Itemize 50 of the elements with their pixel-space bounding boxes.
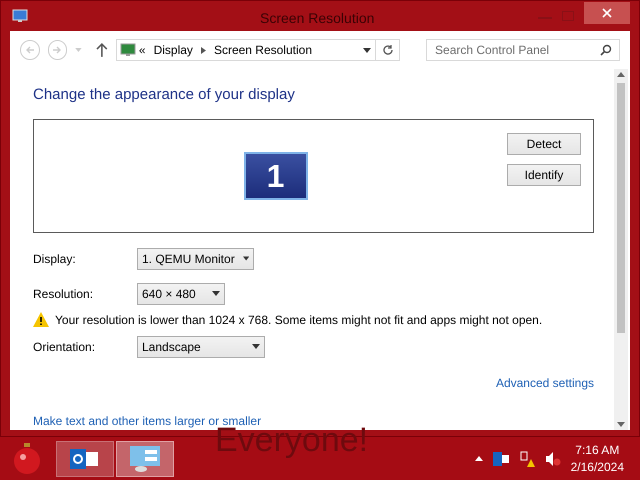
refresh-icon	[382, 44, 394, 56]
taskbar-app[interactable]	[56, 440, 114, 476]
forward-arrow-icon	[52, 45, 62, 55]
page-heading: Change the appearance of your display	[33, 85, 296, 105]
mail-app-icon	[70, 446, 100, 470]
caret-up-icon[interactable]	[474, 456, 483, 461]
scroll-down-icon[interactable]	[617, 422, 625, 427]
field-label: Resolution:	[33, 286, 94, 302]
dropdown[interactable]: 1. QEMU Monitor	[137, 248, 254, 270]
address-bar[interactable]: « Display Screen Resolution	[116, 39, 400, 61]
field-label: Display:	[33, 250, 77, 268]
monitor-number: 1	[266, 160, 284, 192]
caret-icon	[363, 48, 372, 52]
monitor-icon	[12, 8, 28, 24]
mail-tray-icon[interactable]	[492, 452, 509, 466]
clock-time[interactable]: 7:16 AM	[575, 442, 620, 458]
clock-date[interactable]: 2/16/2024	[570, 458, 624, 476]
close-button[interactable]	[584, 2, 630, 24]
text-size-link[interactable]: Make text and other items larger or smaller	[33, 414, 262, 428]
control-panel-icon	[129, 444, 161, 472]
search-icon	[600, 44, 612, 56]
dropdown[interactable]: 640 × 480	[137, 282, 225, 304]
warning-message: Your resolution is lower than 1024 x 768. Some items might not fit and apps might not open.	[55, 312, 542, 328]
close-icon	[602, 8, 612, 18]
advanced-settings-link[interactable]: Advanced settings	[496, 374, 594, 392]
search-field[interactable]: Search Control Panel	[426, 39, 620, 61]
breadcrumb-overflow[interactable]: «	[138, 41, 146, 59]
caret-icon	[252, 344, 260, 349]
caret-icon	[242, 256, 249, 261]
monitor-icon	[120, 42, 136, 58]
scroll-up-icon[interactable]	[617, 72, 625, 77]
warning-icon	[33, 312, 49, 327]
network-warning-icon[interactable]	[518, 450, 535, 466]
ornament-start-icon[interactable]	[12, 442, 42, 474]
up-arrow-icon[interactable]	[96, 43, 108, 57]
breadcrumb[interactable]: Screen Resolution	[214, 41, 312, 59]
field-label: Orientation:	[33, 338, 96, 356]
monitor-tile[interactable]: 1	[244, 152, 308, 200]
chevron-icon	[200, 46, 206, 54]
scrollbar[interactable]	[614, 69, 628, 430]
dropdown[interactable]: Landscape	[137, 336, 265, 358]
speaker-muted-icon[interactable]	[544, 452, 561, 466]
action-button[interactable]: Detect	[507, 132, 581, 154]
scrollbar-thumb[interactable]	[617, 83, 625, 333]
action-button[interactable]: Identify	[507, 164, 581, 186]
taskbar-app[interactable]	[116, 440, 174, 476]
caret-icon	[212, 291, 220, 296]
back-arrow-icon	[24, 45, 35, 55]
breadcrumb[interactable]: Display	[154, 41, 193, 59]
window-title: Screen Resolution	[260, 9, 374, 28]
